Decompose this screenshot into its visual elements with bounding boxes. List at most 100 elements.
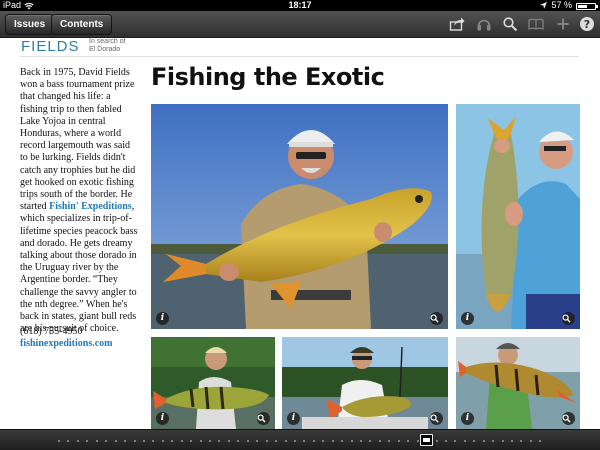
page-dot xyxy=(454,440,457,442)
page-dot xyxy=(209,440,211,442)
page-dot xyxy=(133,440,136,442)
page-dot xyxy=(520,440,523,442)
page-dot xyxy=(67,440,70,442)
header-divider xyxy=(20,56,579,57)
brand-logo: FIELDS xyxy=(21,38,80,55)
fishin-expeditions-link[interactable]: Fishin' Expeditions xyxy=(49,201,132,212)
photo-peacock-bass-3[interactable]: i xyxy=(456,337,580,429)
location-icon xyxy=(540,2,548,9)
page-scrubber[interactable] xyxy=(0,429,600,450)
zoom-icon[interactable] xyxy=(257,412,270,425)
page-dot xyxy=(511,440,513,442)
page-dot xyxy=(124,440,127,442)
page-dot xyxy=(275,440,278,442)
page-dot xyxy=(322,440,325,442)
page-dot xyxy=(218,440,221,442)
page-dot xyxy=(58,440,60,442)
search-icon[interactable] xyxy=(502,16,518,32)
battery-percent: 57 % xyxy=(551,0,572,10)
page-dot xyxy=(171,440,174,442)
page-dot xyxy=(407,440,410,442)
page-dot xyxy=(369,440,372,442)
page-dot xyxy=(360,440,362,442)
battery-fill xyxy=(578,5,587,8)
page-dot xyxy=(529,440,532,442)
zoom-icon[interactable] xyxy=(430,312,443,325)
page-dot xyxy=(435,440,438,442)
page-dot xyxy=(190,440,193,442)
issues-button[interactable]: Issues xyxy=(5,14,55,35)
bookmarks-icon[interactable] xyxy=(528,16,544,32)
page-dot xyxy=(444,440,447,442)
photo-vertical-image xyxy=(456,104,580,329)
page-dot xyxy=(142,440,145,442)
article-body-part-2: , which specializes in trip-of-lifetime … xyxy=(20,201,138,335)
page-dot xyxy=(284,440,287,442)
info-icon[interactable]: i xyxy=(156,412,169,425)
page-dot xyxy=(95,440,98,442)
page-dot xyxy=(265,440,268,442)
info-icon[interactable]: i xyxy=(287,412,300,425)
status-bar: iPad 18:17 57 % xyxy=(0,0,600,11)
page-dot xyxy=(227,440,230,442)
zoom-icon[interactable] xyxy=(430,412,443,425)
page-dots xyxy=(58,439,542,443)
contents-button[interactable]: Contents xyxy=(51,14,113,35)
page-dot xyxy=(350,440,353,442)
tagline-line-1: In search of xyxy=(89,38,126,45)
page-dot xyxy=(378,440,381,442)
page-dot xyxy=(293,440,296,442)
svg-text:?: ? xyxy=(584,18,590,31)
page-dot xyxy=(312,440,315,442)
page-dot xyxy=(492,440,495,442)
page-dot xyxy=(539,440,542,442)
website-link[interactable]: fishinexpeditions.com xyxy=(20,338,150,350)
page-dot xyxy=(341,440,344,442)
info-icon[interactable]: i xyxy=(461,312,474,325)
info-icon[interactable]: i xyxy=(156,312,169,325)
zoom-icon[interactable] xyxy=(562,312,575,325)
page-dot xyxy=(199,440,202,442)
page-scrubber-thumb[interactable] xyxy=(420,434,433,446)
clock: 18:17 xyxy=(288,0,312,10)
photo-bass-2-image xyxy=(282,337,448,429)
article-title: Fishing the Exotic xyxy=(151,63,385,91)
zoom-icon[interactable] xyxy=(562,412,575,425)
page-dot xyxy=(501,440,504,442)
toolbar: Issues Contents ? xyxy=(0,11,600,38)
photo-main-dorado[interactable]: i xyxy=(151,104,448,329)
page-dot xyxy=(76,440,79,442)
contact-block: (618) 755-4950 fishinexpeditions.com xyxy=(20,326,150,350)
photo-peacock-bass-2[interactable]: i xyxy=(282,337,448,429)
page-dot xyxy=(105,440,108,442)
page-dot xyxy=(86,440,89,442)
page-dot xyxy=(416,440,419,442)
battery-icon xyxy=(576,3,598,10)
article-body-part-1: Back in 1975, David Fields won a bass to… xyxy=(20,67,136,213)
page-dot xyxy=(397,440,400,442)
info-icon[interactable]: i xyxy=(461,412,474,425)
page-dot xyxy=(256,440,259,442)
photo-main-image xyxy=(151,104,448,329)
page-dot xyxy=(152,440,155,442)
share-icon[interactable] xyxy=(449,16,465,32)
page-dot xyxy=(246,440,249,442)
page-dot xyxy=(180,440,183,442)
brand-tagline: In search of El Dorado xyxy=(89,38,126,54)
tagline-line-2: El Dorado xyxy=(89,46,121,53)
article-body: Back in 1975, David Fields won a bass to… xyxy=(20,67,140,335)
page-dot xyxy=(303,440,306,442)
page-dot xyxy=(114,440,117,442)
page-dot xyxy=(463,440,466,442)
photo-peacock-bass-1[interactable]: i xyxy=(151,337,275,429)
audio-icon[interactable] xyxy=(476,16,492,32)
add-icon[interactable] xyxy=(555,16,571,32)
page-dot xyxy=(388,440,391,442)
page-dot xyxy=(161,440,164,442)
page-dot xyxy=(482,440,485,442)
page-dot xyxy=(331,440,334,442)
page-dot xyxy=(473,440,476,442)
photo-dorado-vertical[interactable]: i xyxy=(456,104,580,329)
help-icon[interactable]: ? xyxy=(579,16,595,32)
page-dot xyxy=(237,440,240,442)
